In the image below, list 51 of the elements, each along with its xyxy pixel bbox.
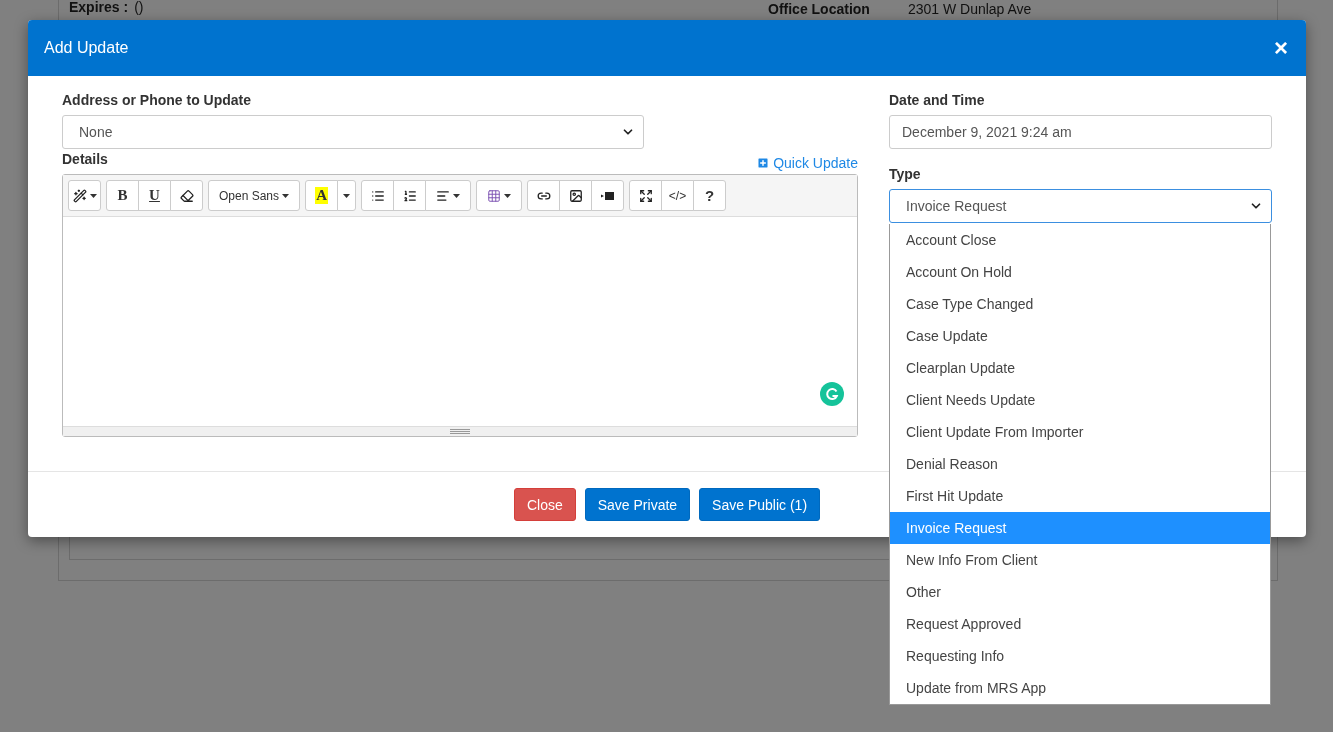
- dialog-title: Add Update: [44, 39, 129, 57]
- type-select[interactable]: Invoice Request: [889, 189, 1272, 223]
- expires-value: (): [134, 0, 144, 15]
- caret-icon: [89, 193, 97, 198]
- numbered-list-button[interactable]: [393, 180, 427, 211]
- close-button[interactable]: Close: [513, 488, 576, 521]
- code-view-button[interactable]: </>: [661, 180, 695, 211]
- field-label: Details: [62, 151, 108, 167]
- save-button[interactable]: Save Public (1): [699, 488, 821, 521]
- address-select[interactable]: None: [62, 115, 644, 149]
- field-label: Address or Phone to Update: [62, 92, 253, 108]
- numbered-list-icon: [402, 188, 417, 203]
- align-icon: [436, 188, 451, 203]
- close-button[interactable]: ×: [1274, 36, 1288, 60]
- quick-update-link[interactable]: Quick Update: [756, 154, 858, 171]
- caret-icon: [453, 193, 461, 198]
- video-button[interactable]: [591, 180, 625, 211]
- expires-label: Expires :: [69, 0, 129, 15]
- caret-icon: [343, 193, 351, 198]
- bullet-list-button[interactable]: [361, 180, 395, 211]
- field-label: Date and Time: [889, 92, 986, 108]
- office-location-label: Office Location: [768, 1, 870, 17]
- fullscreen-button[interactable]: [629, 180, 663, 211]
- bold-button[interactable]: B: [106, 180, 139, 211]
- grammar-check-icon[interactable]: [820, 382, 844, 406]
- help-button[interactable]: ?: [693, 180, 727, 211]
- office-location-value: 2301 W Dunlap Ave: [907, 1, 1032, 17]
- table-icon: [487, 188, 502, 203]
- grip-icon: [450, 429, 470, 434]
- eraser-icon: [179, 188, 194, 203]
- caret-icon: [504, 193, 512, 198]
- list-icon: [370, 188, 385, 203]
- plus-icon: [756, 155, 771, 170]
- color-menu-button[interactable]: [337, 180, 357, 211]
- eraser-button[interactable]: [170, 180, 203, 211]
- align-button[interactable]: [425, 180, 472, 211]
- caret-icon: [282, 193, 290, 198]
- magic-wand-button[interactable]: [68, 180, 101, 211]
- video-icon: [601, 191, 615, 200]
- wand-icon: [72, 188, 87, 203]
- table-button[interactable]: [476, 180, 523, 211]
- field-label: Type: [889, 166, 922, 182]
- text-color-button[interactable]: A: [305, 180, 339, 211]
- date-time-field[interactable]: December 9, 2021 9:24 am: [889, 115, 1272, 149]
- image-button[interactable]: [559, 180, 593, 211]
- save-button[interactable]: Save Private: [584, 488, 691, 521]
- image-icon: [568, 188, 583, 203]
- link-button[interactable]: [527, 180, 561, 211]
- underline-button[interactable]: U: [138, 180, 171, 211]
- font-dropdown[interactable]: Open Sans: [208, 180, 301, 211]
- expand-icon: [638, 188, 653, 203]
